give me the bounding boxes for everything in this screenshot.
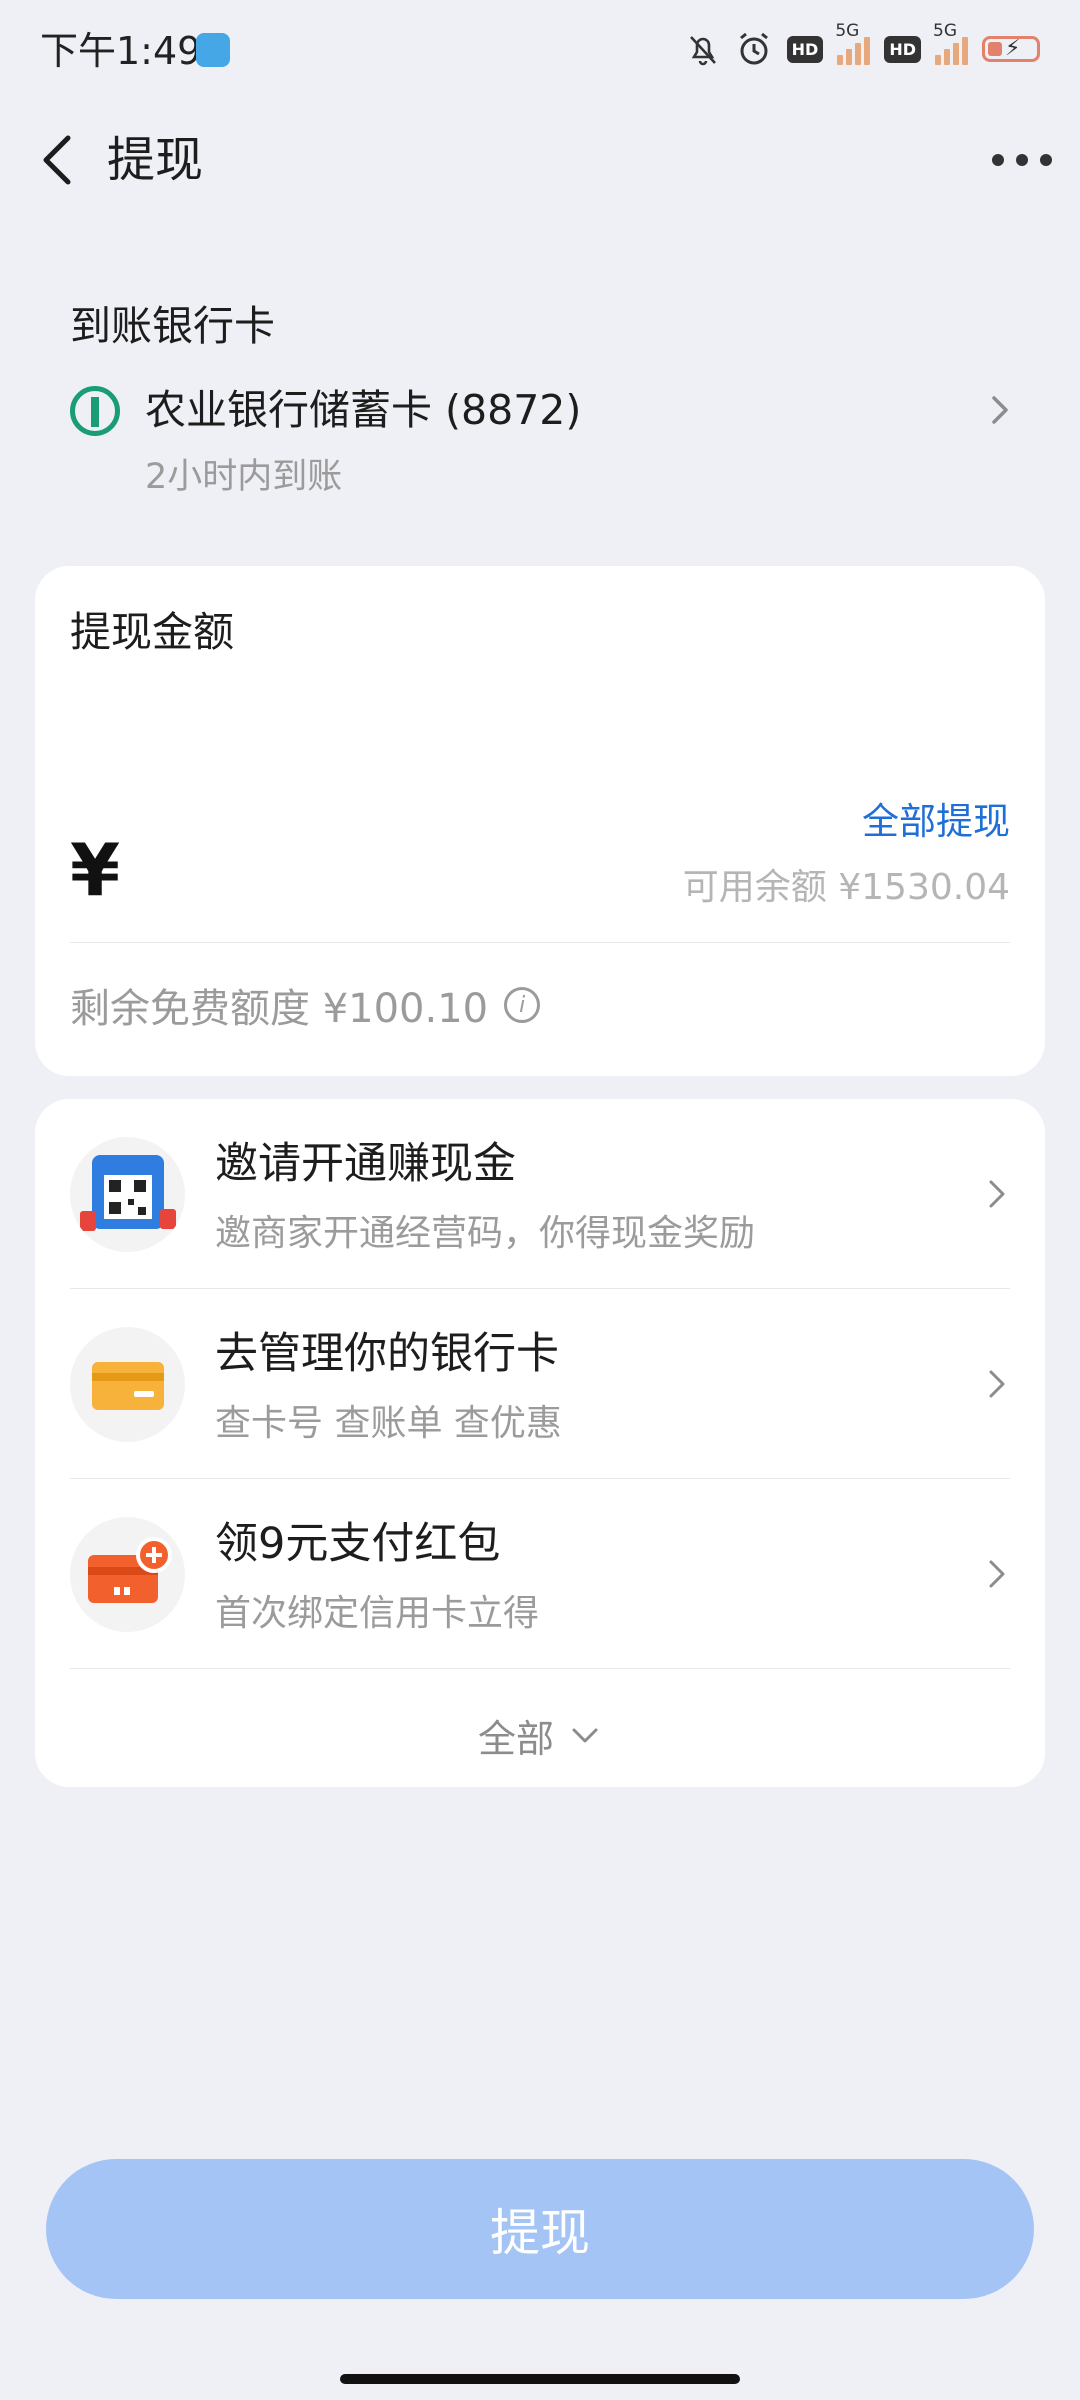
- abc-bank-logo-icon: [70, 386, 120, 436]
- show-all-label: 全部: [477, 1716, 554, 1761]
- credit-card-plus-icon: [70, 1517, 185, 1632]
- show-all-button[interactable]: 全部: [35, 1705, 1045, 1765]
- status-icons: HD 5G HD 5G ⚡: [685, 21, 1040, 74]
- signal-strength-icon-1: 5G: [835, 21, 871, 65]
- more-options-icon[interactable]: [992, 140, 1052, 180]
- promo-title: 领9元支付红包: [215, 1519, 501, 1569]
- promo-item-invite[interactable]: 邀请开通赚现金 邀商家开通经营码，你得现金奖励: [35, 1099, 1045, 1289]
- chevron-right-icon: [989, 1560, 1005, 1588]
- chevron-right-icon: [992, 396, 1008, 424]
- battery-charging-icon: ⚡: [982, 36, 1040, 62]
- free-quota-row: 剩余免费额度 ¥100.10 i: [70, 976, 541, 1034]
- page-title: 提现: [107, 132, 204, 188]
- chevron-right-icon: [989, 1180, 1005, 1208]
- amount-card: 提现金额 全部提现 ¥ 可用余额 ¥1530.04 剩余免费额度 ¥100.10…: [35, 566, 1045, 1076]
- hd-badge-2: HD: [884, 35, 921, 63]
- network-type-2: 5G: [933, 21, 957, 41]
- chevron-right-icon: [989, 1370, 1005, 1398]
- chevron-down-icon: [572, 1728, 598, 1743]
- amount-title: 提现金额: [70, 608, 234, 656]
- app-notification-icon: [196, 33, 230, 67]
- bank-card-selector[interactable]: 农业银行储蓄卡 (8872): [70, 380, 1010, 450]
- promo-item-manage-cards[interactable]: 去管理你的银行卡 查卡号 查账单 查优惠: [35, 1289, 1045, 1479]
- qr-invite-icon: [70, 1137, 185, 1252]
- promo-title: 去管理你的银行卡: [215, 1329, 559, 1379]
- status-time: 下午1:49: [40, 29, 202, 73]
- amount-input[interactable]: ¥: [70, 828, 120, 912]
- promo-subtitle: 查卡号 查账单 查优惠: [215, 1403, 562, 1444]
- free-quota-text: 剩余免费额度 ¥100.10: [70, 986, 489, 1032]
- withdraw-all-link[interactable]: 全部提现: [862, 791, 1010, 845]
- promo-title: 邀请开通赚现金: [215, 1139, 516, 1189]
- promo-subtitle: 邀商家开通经营码，你得现金奖励: [215, 1213, 756, 1254]
- hd-badge-1: HD: [786, 35, 824, 63]
- info-icon[interactable]: i: [504, 987, 541, 1023]
- bank-section-label: 到账银行卡: [70, 302, 275, 350]
- alarm-icon: [739, 32, 768, 65]
- available-balance: 可用余额 ¥1530.04: [682, 867, 1010, 908]
- withdraw-submit-button[interactable]: 提现: [46, 2159, 1034, 2299]
- arrival-time-text: 2小时内到账: [145, 457, 343, 497]
- divider: [70, 1668, 1010, 1669]
- status-bar: 下午1:49 HD 5G HD 5G ⚡: [0, 0, 1080, 95]
- promo-item-red-packet[interactable]: 领9元支付红包 首次绑定信用卡立得: [35, 1479, 1045, 1669]
- signal-strength-icon-2: 5G: [933, 21, 968, 65]
- bank-card-icon: [70, 1327, 185, 1442]
- home-indicator[interactable]: [340, 2374, 740, 2384]
- mute-bell-icon: [689, 36, 716, 66]
- bank-card-name: 农业银行储蓄卡 (8872): [145, 386, 582, 434]
- nav-header: 提现: [0, 110, 1080, 210]
- back-arrow-icon[interactable]: [30, 130, 90, 190]
- promo-subtitle: 首次绑定信用卡立得: [215, 1593, 540, 1634]
- network-type-1: 5G: [835, 21, 860, 41]
- divider: [70, 942, 1010, 943]
- promo-card: 邀请开通赚现金 邀商家开通经营码，你得现金奖励 去管理你的银行卡 查卡号 查账单…: [35, 1099, 1045, 1787]
